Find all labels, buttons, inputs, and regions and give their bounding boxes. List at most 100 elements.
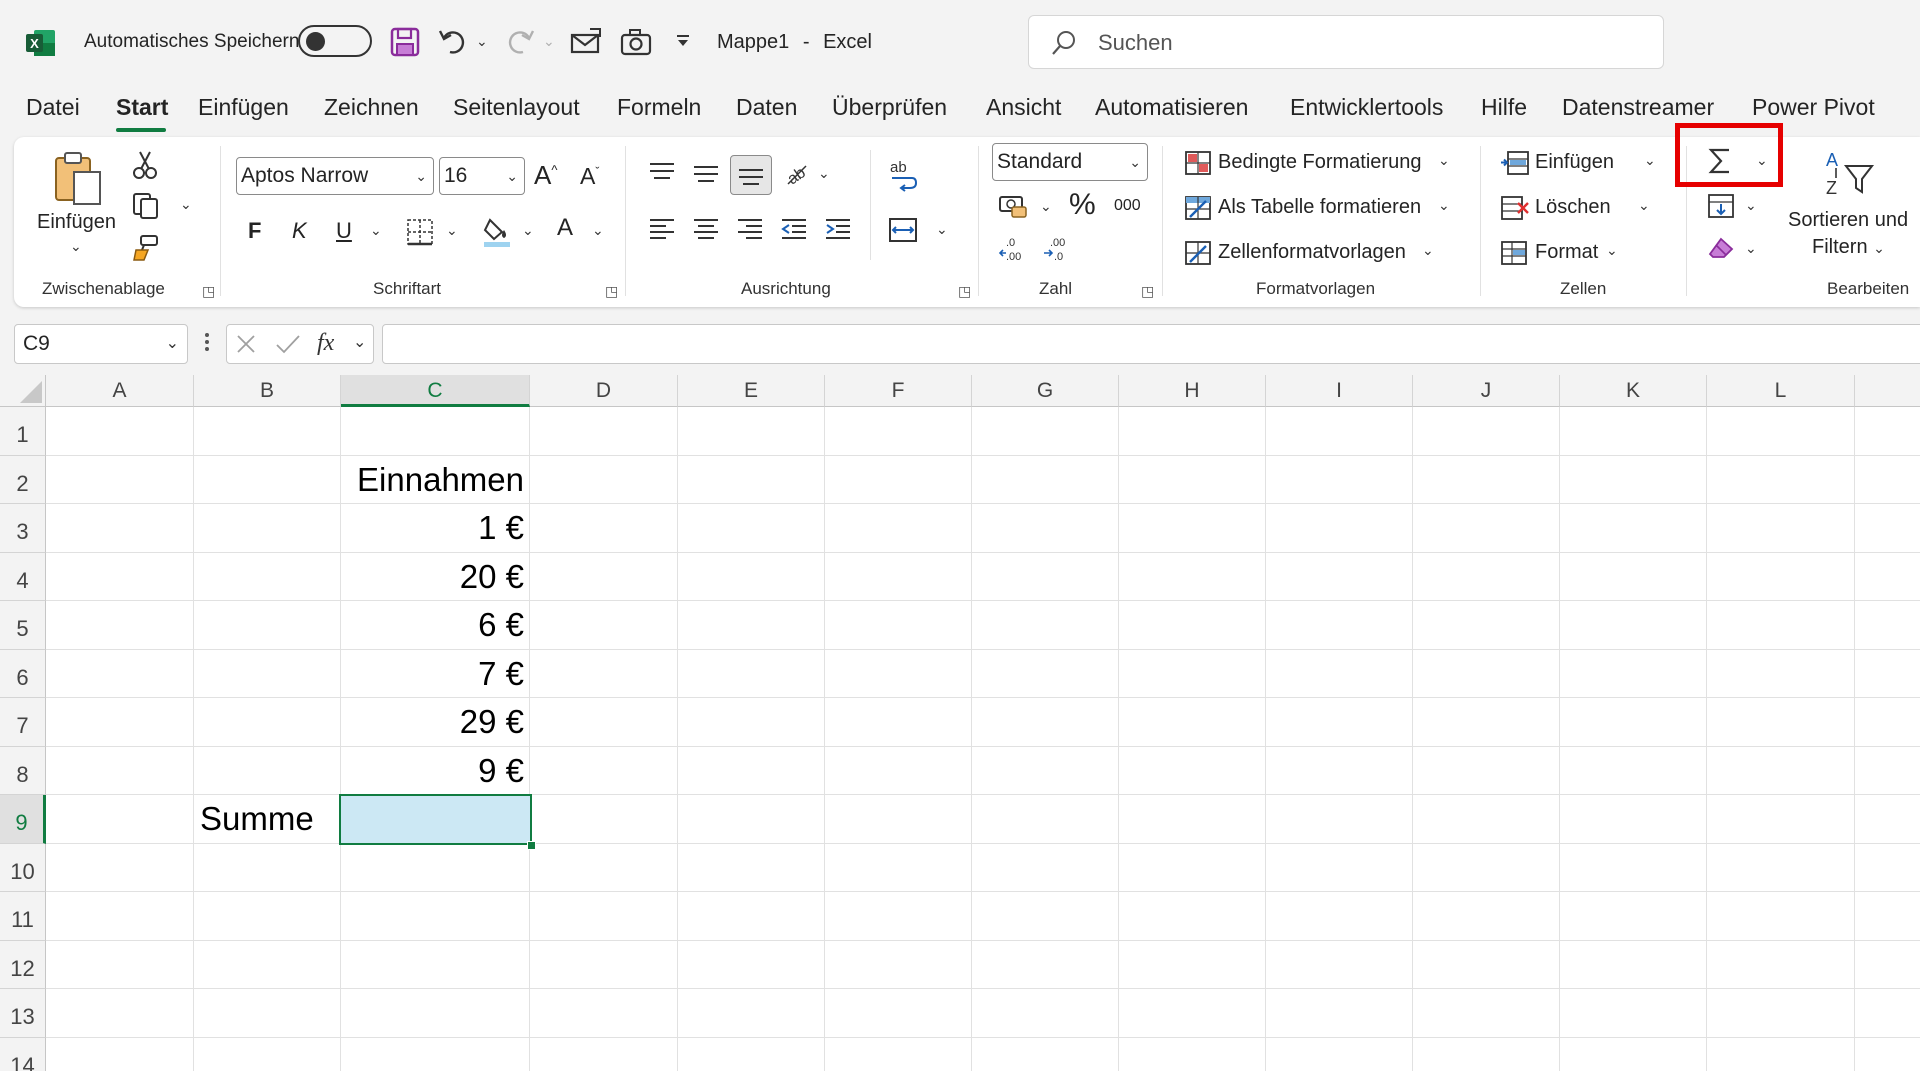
- column-header-f[interactable]: F: [825, 375, 972, 407]
- underline-button[interactable]: U: [336, 218, 352, 244]
- enter-icon[interactable]: [275, 333, 301, 360]
- number-launcher-icon[interactable]: ◳: [1141, 283, 1154, 300]
- font-color-dropdown-icon[interactable]: ⌄: [592, 222, 604, 239]
- cancel-icon[interactable]: [235, 333, 257, 360]
- row-header-10[interactable]: 10: [0, 844, 46, 892]
- increase-decimal-icon[interactable]: .0.00: [998, 234, 1028, 269]
- menu-datei[interactable]: Datei: [26, 94, 80, 121]
- menu-ueberpruefen[interactable]: Überprüfen: [832, 94, 947, 121]
- borders-dropdown-icon[interactable]: ⌄: [446, 222, 458, 239]
- delete-cells-icon[interactable]: [1500, 195, 1530, 226]
- clear-dropdown-icon[interactable]: ⌄: [1745, 240, 1757, 257]
- row-header-1[interactable]: 1: [0, 407, 46, 456]
- selected-cell-c9[interactable]: [339, 794, 532, 845]
- row-header-2[interactable]: 2: [0, 456, 46, 504]
- accounting-dropdown-icon[interactable]: ⌄: [1040, 198, 1052, 215]
- font-color-icon[interactable]: A: [557, 214, 573, 242]
- column-header-j[interactable]: J: [1413, 375, 1560, 407]
- conditional-formatting-dropdown-icon[interactable]: ⌄: [1438, 152, 1450, 169]
- alignment-launcher-icon[interactable]: ◳: [958, 283, 971, 300]
- menu-ansicht[interactable]: Ansicht: [986, 94, 1061, 121]
- menu-einfuegen[interactable]: Einfügen: [198, 94, 289, 121]
- format-cells-dropdown-icon[interactable]: ⌄: [1606, 242, 1618, 259]
- align-left-icon[interactable]: [648, 216, 676, 247]
- camera-icon[interactable]: [620, 28, 652, 61]
- wrap-text-icon[interactable]: ab: [888, 158, 918, 197]
- menu-entwicklertools[interactable]: Entwicklertools: [1290, 94, 1443, 121]
- format-painter-icon[interactable]: [132, 234, 160, 267]
- menu-start[interactable]: Start: [116, 94, 168, 121]
- row-header-7[interactable]: 7: [0, 698, 46, 747]
- number-format-combo[interactable]: Standard ⌄: [992, 143, 1148, 181]
- column-header-a[interactable]: A: [46, 375, 194, 407]
- font-launcher-icon[interactable]: ◳: [605, 283, 618, 300]
- shrink-font-icon[interactable]: Aˇ: [580, 163, 599, 190]
- accounting-format-icon[interactable]: [998, 193, 1028, 224]
- align-bottom-icon[interactable]: [730, 155, 772, 195]
- column-header-i[interactable]: I: [1266, 375, 1413, 407]
- merge-center-icon[interactable]: [888, 216, 918, 249]
- format-cells-icon[interactable]: [1500, 240, 1530, 271]
- cell-styles-dropdown-icon[interactable]: ⌄: [1422, 242, 1434, 259]
- autosave-toggle[interactable]: [298, 25, 372, 57]
- row-header-6[interactable]: 6: [0, 650, 46, 698]
- conditional-formatting-button[interactable]: Bedingte Formatierung: [1218, 151, 1421, 174]
- paste-dropdown-icon[interactable]: ⌄: [70, 238, 82, 255]
- formula-bar-options-icon[interactable]: [204, 330, 210, 359]
- cell-c2[interactable]: Einnahmen: [341, 461, 524, 499]
- row-header-12[interactable]: 12: [0, 941, 46, 989]
- row-header-9[interactable]: 9: [0, 795, 46, 844]
- cell-c3[interactable]: 1 €: [341, 509, 524, 547]
- menu-daten[interactable]: Daten: [736, 94, 797, 121]
- column-header-c[interactable]: C: [341, 375, 530, 407]
- increase-indent-icon[interactable]: [824, 216, 852, 247]
- clipboard-launcher-icon[interactable]: ◳: [202, 283, 215, 300]
- column-header-h[interactable]: H: [1119, 375, 1266, 407]
- align-center-icon[interactable]: [692, 216, 720, 247]
- orientation-dropdown-icon[interactable]: ⌄: [818, 165, 830, 182]
- row-header-3[interactable]: 3: [0, 504, 46, 553]
- insert-cells-dropdown-icon[interactable]: ⌄: [1644, 152, 1656, 169]
- menu-seitenlayout[interactable]: Seitenlayout: [453, 94, 580, 121]
- format-as-table-dropdown-icon[interactable]: ⌄: [1438, 197, 1450, 214]
- borders-icon[interactable]: [406, 218, 434, 251]
- insert-cells-icon[interactable]: [1500, 150, 1530, 181]
- fill-icon[interactable]: [1707, 193, 1735, 224]
- insert-function-button[interactable]: fx: [317, 330, 334, 357]
- formula-input[interactable]: [382, 324, 1920, 364]
- column-header-e[interactable]: E: [678, 375, 825, 407]
- insert-cells-button[interactable]: Einfügen: [1535, 151, 1614, 174]
- row-header-5[interactable]: 5: [0, 601, 46, 650]
- column-header-l[interactable]: L: [1707, 375, 1855, 407]
- fill-handle[interactable]: [527, 841, 536, 850]
- row-header-14[interactable]: 14: [0, 1038, 46, 1071]
- undo-icon[interactable]: [438, 26, 468, 61]
- fill-dropdown-icon[interactable]: ⌄: [1745, 197, 1757, 214]
- font-size-combo[interactable]: 16 ⌄: [439, 157, 525, 195]
- cell-c8[interactable]: 9 €: [341, 752, 524, 790]
- sort-filter-label-line1[interactable]: Sortieren und: [1788, 209, 1908, 232]
- fill-color-dropdown-icon[interactable]: ⌄: [522, 222, 534, 239]
- cell-c6[interactable]: 7 €: [341, 655, 524, 693]
- cell-c5[interactable]: 6 €: [341, 606, 524, 644]
- cell-styles-button[interactable]: Zellenformatvorlagen: [1218, 241, 1406, 264]
- row-header-8[interactable]: 8: [0, 747, 46, 795]
- paste-icon[interactable]: [50, 150, 106, 211]
- menu-formeln[interactable]: Formeln: [617, 94, 701, 121]
- menu-zeichnen[interactable]: Zeichnen: [324, 94, 419, 121]
- row-header-11[interactable]: 11: [0, 892, 46, 941]
- underline-dropdown-icon[interactable]: ⌄: [370, 222, 382, 239]
- orientation-icon[interactable]: ab: [782, 158, 812, 193]
- format-as-table-button[interactable]: Als Tabelle formatieren: [1218, 196, 1421, 219]
- column-header-g[interactable]: G: [972, 375, 1119, 407]
- menu-automatisieren[interactable]: Automatisieren: [1095, 94, 1248, 121]
- customize-toolbar-icon[interactable]: [675, 34, 691, 53]
- sort-filter-icon[interactable]: AZ: [1820, 148, 1878, 205]
- fill-color-icon[interactable]: [482, 216, 512, 253]
- decrease-indent-icon[interactable]: [780, 216, 808, 247]
- format-as-table-icon[interactable]: [1184, 195, 1212, 226]
- name-box[interactable]: C9 ⌄: [14, 324, 188, 364]
- align-top-icon[interactable]: [648, 160, 676, 191]
- cell-c4[interactable]: 20 €: [341, 558, 524, 596]
- decrease-decimal-icon[interactable]: .00.0: [1042, 234, 1072, 269]
